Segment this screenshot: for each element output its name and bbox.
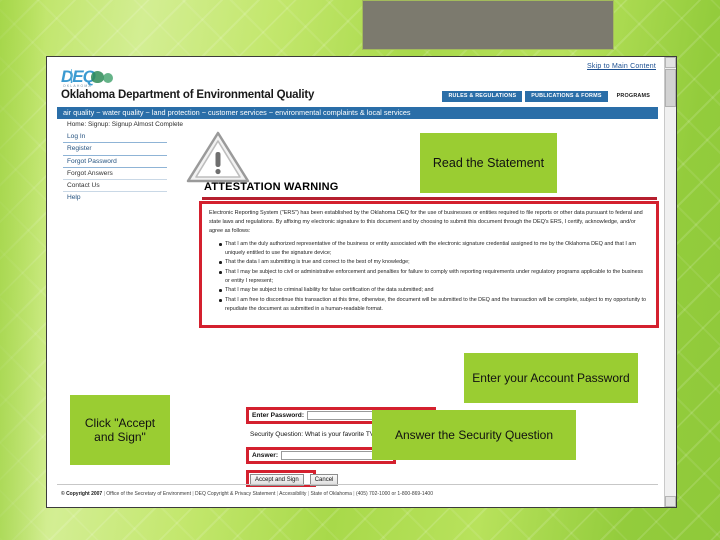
tree-icon-small — [103, 73, 113, 83]
scroll-up-button[interactable] — [665, 57, 676, 68]
attestation-heading: ATTESTATION WARNING — [204, 181, 339, 193]
footer-phone: (405) 702-1000 or 1-800-869-1400 — [355, 491, 433, 497]
password-label: Enter Password: — [252, 412, 305, 419]
sidebar-item-forgot-password[interactable]: Forgot Password — [63, 156, 167, 168]
scroll-down-button[interactable] — [665, 496, 676, 507]
list-item: That I may be subject to criminal liabil… — [219, 286, 649, 295]
sidebar-item-forgot-answers[interactable]: Forgot Answers — [63, 168, 167, 180]
breadcrumb[interactable]: Home: Signup: Signup Almost Complete — [67, 121, 183, 128]
list-item: That the data I am submitting is true an… — [219, 258, 649, 267]
footer-link-secretary[interactable]: Office of the Secretary of Environment — [106, 491, 191, 497]
footer-link-privacy[interactable]: DEQ Copyright & Privacy Statement — [195, 491, 275, 497]
tab-programs[interactable]: PROGRAMS — [610, 91, 656, 103]
site-header: DEQ OKLAHOMA Oklahoma Department of Envi… — [57, 67, 658, 105]
attestation-divider — [202, 197, 657, 200]
sidebar-nav: Log In Register Forgot Password Forgot A… — [63, 131, 167, 204]
list-item: That I am the duly authorized representa… — [219, 240, 649, 257]
footer: © Copyright 2007 | Office of the Secreta… — [61, 491, 433, 497]
callout-click-accept: Click "Accept and Sign" — [70, 395, 170, 465]
footer-link-state[interactable]: State of Oklahoma — [310, 491, 351, 497]
callout-read-statement: Read the Statement — [420, 133, 557, 193]
callout-enter-password: Enter your Account Password — [464, 353, 638, 403]
footer-copyright: © Copyright 2007 — [61, 491, 103, 497]
header-tab-group: RULES & REGULATIONS PUBLICATIONS & FORMS… — [442, 91, 656, 103]
sidebar-item-register[interactable]: Register — [63, 143, 167, 156]
top-grey-banner — [362, 0, 614, 50]
attestation-statement-box: Electronic Reporting System ("ERS") has … — [199, 201, 659, 328]
attestation-bullet-list: That I am the duly authorized representa… — [209, 240, 649, 313]
list-item: That I may be subject to civil or admini… — [219, 268, 649, 285]
page-scrollbar[interactable] — [664, 57, 676, 507]
deq-logo-subtext: OKLAHOMA — [63, 84, 92, 88]
callout-answer-question: Answer the Security Question — [372, 410, 576, 460]
footer-divider — [57, 484, 658, 485]
sidebar-item-help[interactable]: Help — [63, 192, 167, 203]
list-item: That I am free to discontinue this trans… — [219, 296, 649, 313]
tab-rules-regulations[interactable]: RULES & REGULATIONS — [442, 91, 523, 103]
warning-triangle-icon — [186, 131, 250, 183]
scrollbar-thumb[interactable] — [665, 69, 676, 107]
answer-label: Answer: — [252, 452, 279, 459]
tab-publications-forms[interactable]: PUBLICATIONS & FORMS — [525, 91, 608, 103]
attestation-paragraph: Electronic Reporting System ("ERS") has … — [209, 210, 643, 235]
sidebar-item-log-in[interactable]: Log In — [63, 131, 167, 144]
primary-nav-bar[interactable]: air quality ~ water quality ~ land prote… — [57, 107, 658, 119]
site-title: Oklahoma Department of Environmental Qua… — [61, 89, 315, 101]
footer-link-accessibility[interactable]: Accessibility — [279, 491, 306, 497]
sidebar-item-contact-us[interactable]: Contact Us — [63, 180, 167, 193]
